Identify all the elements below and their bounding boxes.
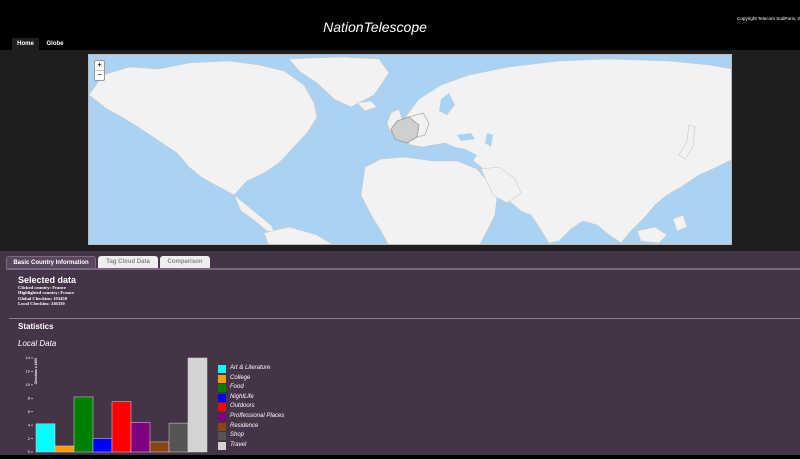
legend-label: College [230,374,251,381]
zoom-control: + − [94,60,105,81]
bar-shop[interactable] [168,422,189,453]
world-map[interactable]: + − [88,54,732,245]
top-bar: NationTelescope Copyright Telecom SudPar… [0,0,800,50]
nav-tab-globe[interactable]: Globe [43,38,67,50]
bar-outdoors[interactable] [111,401,132,453]
map-canvas [89,56,731,244]
legend-swatch [218,432,226,441]
y-axis-label: Checkins x 1000 [34,358,38,385]
legend-swatch [218,422,226,431]
local-checkins-text: Local Checkins: 246350 [18,300,65,306]
y-tick-label: 6 [28,409,31,414]
central-america-landmass [233,194,276,234]
tab-underline [6,268,800,270]
section-divider [9,318,800,319]
bar-travel[interactable] [187,357,208,453]
legend-label: Travel [230,441,247,448]
north-america-landmass [89,60,318,196]
local-data-subheading: Local Data [18,339,57,348]
legend-swatch [218,365,226,373]
y-tick-label: 8 [28,395,31,400]
iceland-landmass [356,100,378,112]
legend-label: Food [230,384,244,391]
bar-art-literature[interactable] [35,423,56,453]
zoom-out-button[interactable]: − [95,70,104,80]
checkins-bar-chart: Checkins x 1000 0 2 4 6 8 10 12 14 [26,355,208,454]
legend-label: Art & Literature [230,365,271,371]
se-asia-islands [636,214,688,244]
app-title: NationTelescope [323,19,427,35]
bar-nightlife[interactable] [92,438,113,453]
selected-data-heading: Selected data [18,275,77,285]
legend-swatch [218,403,226,412]
legend-label: Shop [230,432,245,439]
zoom-in-button[interactable]: + [95,61,104,70]
legend-swatch [218,393,226,402]
legend-label: NightLife [230,393,254,400]
y-tick-label: 10 [26,382,31,387]
y-tick-label: 2 [28,436,31,441]
y-tick-label: 14 [26,355,31,360]
copyright-text: Copyright Telecom SudParis, 2 [737,16,800,21]
bar-residence[interactable] [149,441,170,453]
africa-landmass [360,156,498,244]
bar-college[interactable] [54,445,75,453]
legend-label: Residence [230,422,259,429]
legend-swatch [218,412,226,421]
statistics-heading: Statistics [18,322,54,331]
legend-label: Outdoors [230,403,255,410]
legend-label: Proffessional Places [230,412,285,419]
legend-swatch [218,374,226,383]
y-tick-label: 4 [28,422,31,427]
bar-proffessional-places[interactable] [130,422,151,453]
highlighted-country-text: Highlighted country: France [18,290,75,296]
y-tick-label: 0 [28,449,31,454]
south-america-landmass [263,226,333,244]
bar-food[interactable] [73,396,94,453]
y-tick-label: 12 [26,369,31,374]
legend-swatch [218,384,226,393]
legend-swatch [218,441,226,450]
selected-data-details: Clicked country: France Highlighted coun… [18,285,74,306]
nav-tab-home[interactable]: Home [12,38,39,50]
